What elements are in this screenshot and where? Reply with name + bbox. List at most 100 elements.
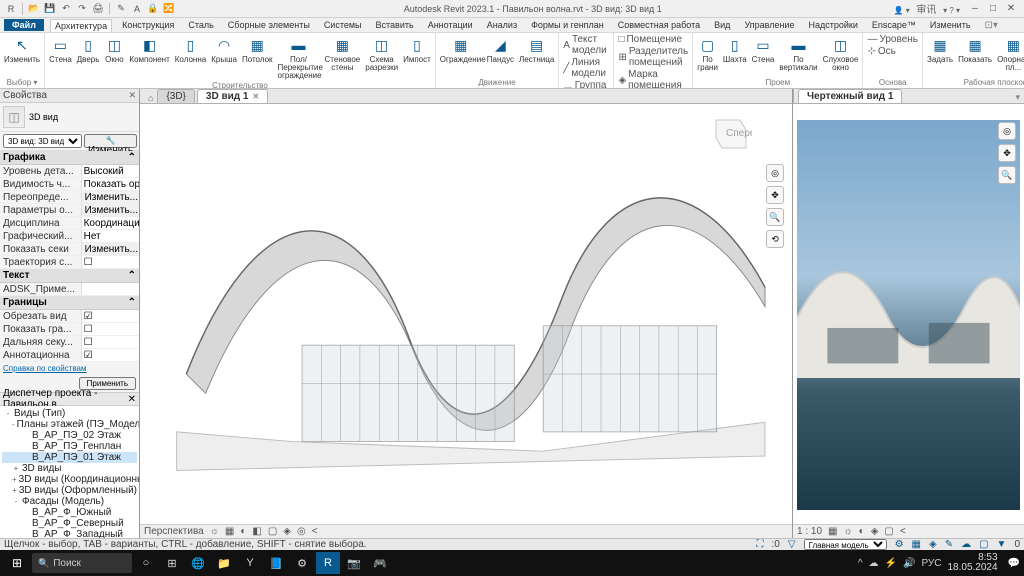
view-tab-3dview1[interactable]: 3D вид 1✕	[197, 89, 268, 103]
ribbon-button[interactable]: ◧Компонент	[127, 34, 171, 65]
rvc-icon[interactable]: ▦	[828, 526, 837, 537]
rvc-icon[interactable]: ▢	[884, 526, 893, 537]
app-menu-icon[interactable]: R	[4, 2, 18, 16]
sync-icon[interactable]: 🔀	[162, 2, 176, 16]
ribbon-button[interactable]: ◢Пандус	[485, 34, 516, 65]
property-value[interactable]: Изменить...	[81, 243, 139, 255]
ribbon-button[interactable]: ◫Схема разрезки	[363, 34, 400, 73]
taskbar-search[interactable]: 🔍 Поиск	[32, 553, 132, 573]
vc-icon[interactable]: <	[312, 526, 318, 537]
ribbon-button[interactable]: ▦Показать	[956, 34, 994, 65]
ribbon-button[interactable]: ▭Стена	[47, 34, 74, 65]
tree-item[interactable]: +3D виды (Оформленный)	[2, 485, 137, 496]
tree-toggle-icon[interactable]: -	[4, 409, 12, 418]
section-text[interactable]: Текст⌃	[0, 269, 139, 283]
rvc-icon[interactable]: ◐	[859, 526, 865, 537]
ribbon-button[interactable]: ▦Опорная пл...	[995, 34, 1024, 73]
worksets-dropdown[interactable]: Главная модель	[804, 539, 887, 550]
file-tab[interactable]: Файл	[4, 19, 44, 31]
3d-canvas[interactable]: Спереди ◎ ✥ 🔍 ⟲ Перспектива ☼ ▦ ◐ ◧ ▢ ◈ …	[140, 104, 792, 538]
task-cortana-icon[interactable]: ○	[134, 552, 158, 574]
tab-collaborate[interactable]: Совместная работа	[614, 19, 704, 31]
property-row[interactable]: Аннотационна☑	[0, 349, 139, 362]
property-value[interactable]: Координация	[81, 217, 139, 229]
ribbon-small-button[interactable]: ╱Линия модели	[561, 57, 611, 79]
tree-toggle-icon[interactable]: +	[12, 464, 20, 473]
property-value[interactable]: Нет	[81, 230, 139, 242]
tab-massing[interactable]: Формы и генплан	[527, 19, 608, 31]
home-view-icon[interactable]: ⌂	[144, 93, 157, 103]
ribbon-button[interactable]: ◫Окно	[102, 34, 126, 65]
measure-icon[interactable]: ✎	[114, 2, 128, 16]
text-icon[interactable]: A	[130, 2, 144, 16]
ribbon-button[interactable]: ↖Изменить	[2, 34, 42, 65]
task-app[interactable]: 📘	[264, 552, 288, 574]
right-nav-bar[interactable]: ◎ ✥ 🔍	[998, 122, 1018, 184]
ribbon-button[interactable]: ▤Лестница	[517, 34, 556, 65]
type-selector[interactable]: 3D вид: 3D вид	[3, 134, 82, 148]
task-app[interactable]: 🎮	[368, 552, 392, 574]
minimize-button[interactable]: –	[968, 2, 982, 16]
tree-toggle-icon[interactable]: +	[12, 475, 17, 484]
print-icon[interactable]: 🖨	[91, 2, 105, 16]
tab-view[interactable]: Вид	[710, 19, 734, 31]
tree-item[interactable]: В_АР_Ф_Южный	[2, 507, 137, 518]
ribbon-button[interactable]: ▯Шахта	[721, 34, 749, 65]
status-tray-icon[interactable]: ▢	[979, 539, 988, 550]
lock-icon[interactable]: 🔒	[146, 2, 160, 16]
tab-analyze[interactable]: Анализ	[483, 19, 521, 31]
task-app[interactable]: Y	[238, 552, 262, 574]
ribbon-button[interactable]: ▯Дверь	[75, 34, 102, 65]
property-row[interactable]: ADSK_Приме...	[0, 283, 139, 296]
project-browser[interactable]: -Виды (Тип)-Планы этажей (ПЭ_МодельВ_АР_…	[0, 406, 139, 538]
tab-systems[interactable]: Системы	[320, 19, 366, 31]
pan-icon[interactable]: ✥	[998, 144, 1016, 162]
zoom-icon[interactable]: 🔍	[766, 208, 784, 226]
redo-icon[interactable]: ↷	[75, 2, 89, 16]
property-value[interactable]: Показать ориг...	[81, 178, 139, 190]
ribbon-small-button[interactable]: ◈Марка помещения	[616, 69, 690, 89]
vc-icon[interactable]: ▦	[225, 526, 234, 537]
tree-item[interactable]: +3D виды (Координационны	[2, 474, 137, 485]
tab-manage[interactable]: Управление	[740, 19, 798, 31]
reference-image-view[interactable]: 1 : 10 ▦ ☼ ◐ ◈ ▢ < ◎ ✥ 🔍	[793, 104, 1024, 538]
task-app[interactable]: R	[316, 552, 340, 574]
status-tray-icon[interactable]: ⚙	[895, 539, 904, 550]
pan-icon[interactable]: ✥	[766, 186, 784, 204]
ribbon-small-button[interactable]: —Уровень	[865, 34, 920, 45]
system-tray[interactable]: ^☁⚡🔊РУС 8:5318.05.2024 💬	[858, 553, 1020, 573]
ribbon-button[interactable]: ▦Ограждение	[438, 34, 484, 65]
property-row[interactable]: Уровень дета...Высокий	[0, 165, 139, 178]
tree-item[interactable]: -Виды (Тип)	[2, 408, 137, 419]
ribbon-button[interactable]: ▦Стеновое стены	[323, 34, 363, 73]
property-row[interactable]: Обрезать вид☑	[0, 310, 139, 323]
tree-toggle-icon[interactable]: -	[12, 497, 20, 506]
open-icon[interactable]: 📂	[27, 2, 41, 16]
rvc-icon[interactable]: <	[900, 526, 906, 537]
search-help[interactable]: 👤 ▾ 审讯 ▾ ? ▾	[886, 1, 968, 16]
clock[interactable]: 8:5318.05.2024	[947, 553, 1001, 573]
tab-steel[interactable]: Сталь	[184, 19, 217, 31]
view-tab-3d[interactable]: {3D}	[157, 89, 194, 103]
tree-item[interactable]: +3D виды	[2, 463, 137, 474]
ribbon-button[interactable]: ▬По вертикали	[777, 34, 819, 73]
viewcube[interactable]: Спереди	[704, 110, 752, 158]
property-row[interactable]: Показать секиИзменить...	[0, 243, 139, 256]
status-tray-icon[interactable]: ◈	[929, 539, 937, 550]
tree-item[interactable]: В_АР_ПЭ_01 Этаж	[2, 452, 137, 463]
close-button[interactable]: ✕	[1004, 2, 1018, 16]
maximize-button[interactable]: □	[986, 2, 1000, 16]
property-value[interactable]: ☐	[81, 336, 139, 348]
task-app[interactable]: ⚙	[290, 552, 314, 574]
status-icon[interactable]: ⛶	[757, 539, 764, 550]
status-tray-icon[interactable]: ✎	[945, 539, 953, 550]
property-row[interactable]: Видимость ч...Показать ориг...	[0, 178, 139, 191]
view-mode-label[interactable]: Перспектива	[144, 526, 204, 537]
vc-icon[interactable]: ◎	[297, 526, 306, 537]
tab-enscape[interactable]: Enscape™	[868, 19, 920, 31]
tab-architecture[interactable]: Архитектура	[50, 19, 112, 32]
property-value[interactable]: Высокий	[81, 165, 139, 177]
edit-type-button[interactable]: 🔧 Изменить тип	[84, 134, 137, 148]
orbit-icon[interactable]: ⟲	[766, 230, 784, 248]
property-value[interactable]: Изменить...	[81, 204, 139, 216]
